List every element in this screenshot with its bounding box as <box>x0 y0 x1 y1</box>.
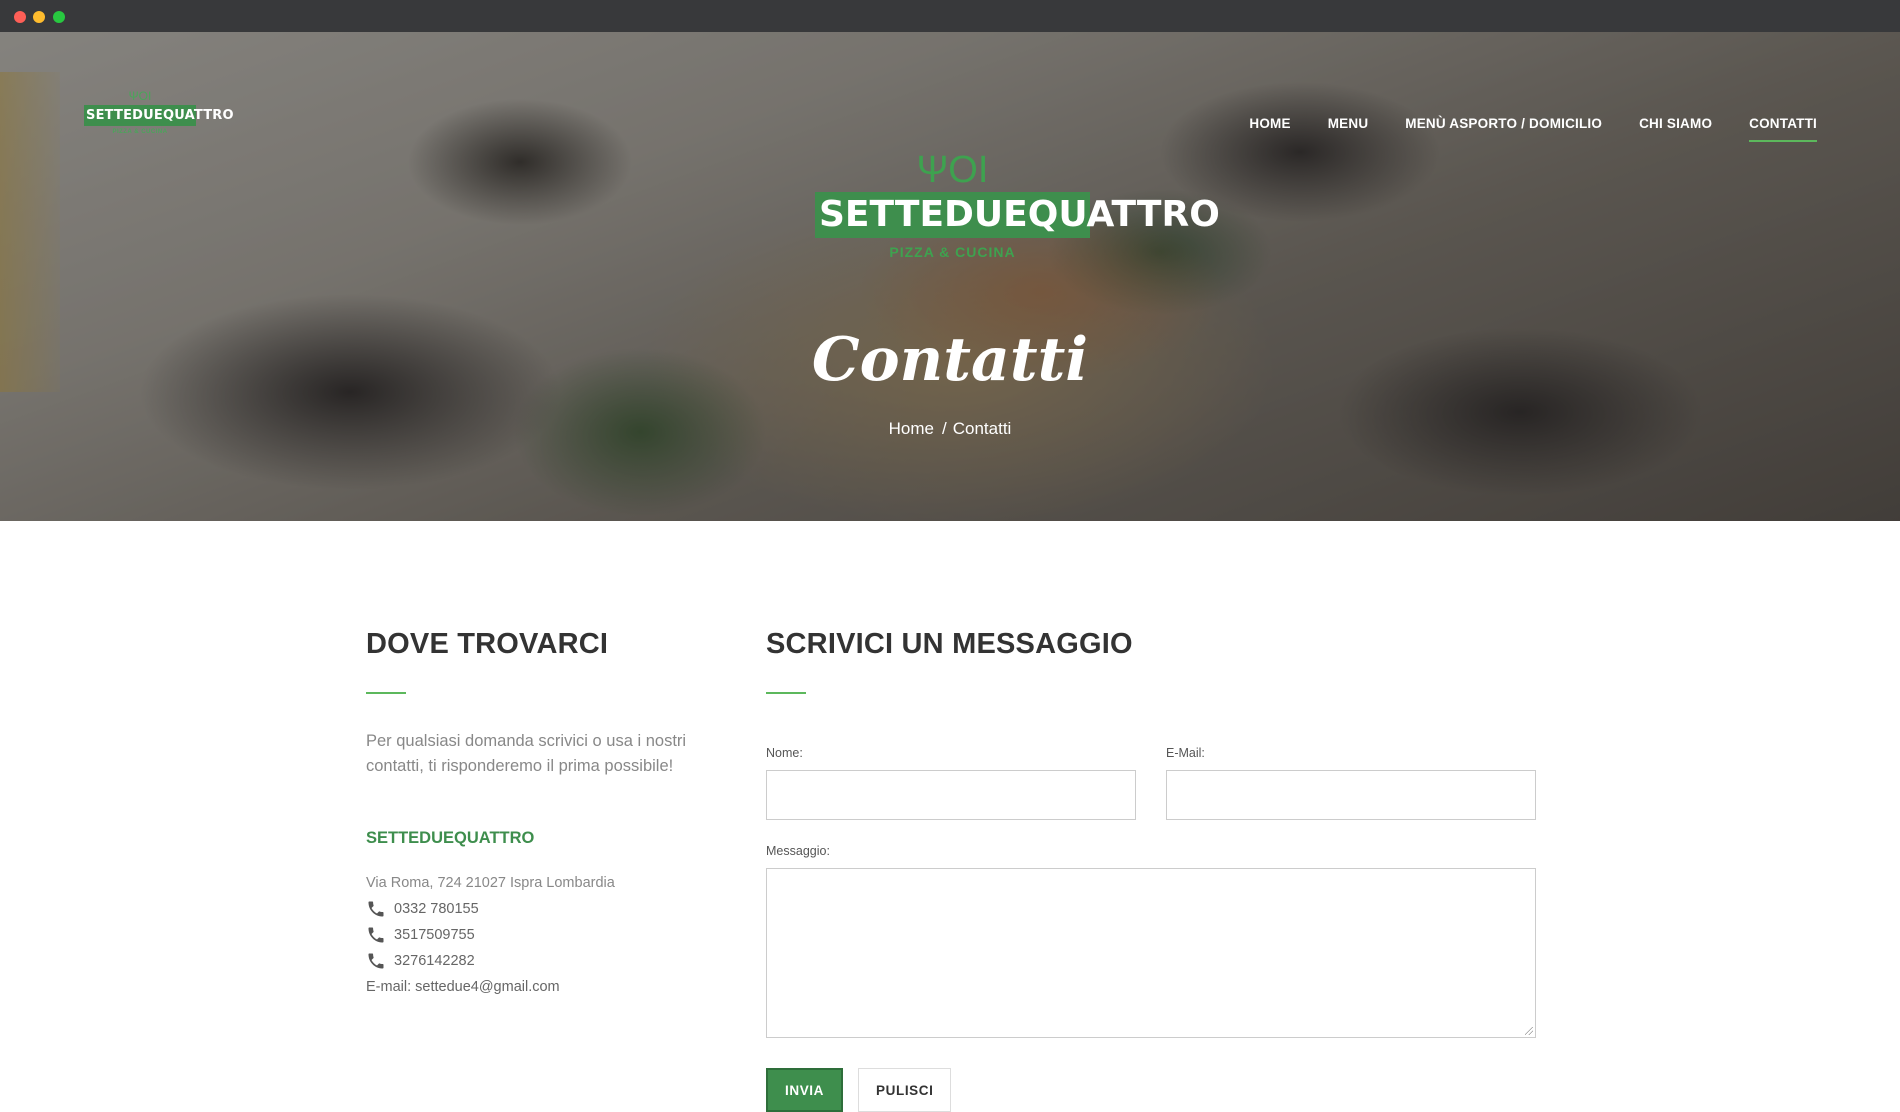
submit-button[interactable]: INVIA <box>766 1068 844 1112</box>
email-field-group: E-Mail: <box>1166 746 1536 820</box>
phone-item: 0332 780155 <box>366 896 706 922</box>
nav-item-contacts[interactable]: CONTATTI <box>1749 116 1817 142</box>
hero-logo-tagline: PIZZA & CUCINA <box>889 244 1016 260</box>
email-label: E-Mail: <box>1166 746 1205 760</box>
main-nav: HOME MENU MENÙ ASPORTO / DOMICILIO CHI S… <box>1249 116 1817 142</box>
form-row: Nome: E-Mail: <box>766 746 1536 820</box>
message-textarea[interactable] <box>766 868 1536 1038</box>
phone-number[interactable]: 3517509755 <box>394 922 475 948</box>
contact-info-section: DOVE TROVARCI Per qualsiasi domanda scri… <box>366 628 706 1000</box>
maximize-window-icon[interactable] <box>53 11 65 23</box>
hero-logo-name: SETTEDUEQUATTRO <box>815 192 1220 238</box>
nav-item-home[interactable]: HOME <box>1249 116 1290 131</box>
phone-item: 3517509755 <box>366 922 706 948</box>
title-divider <box>366 692 406 694</box>
page-title: Contatti <box>811 325 1089 395</box>
phone-number[interactable]: 0332 780155 <box>394 896 479 922</box>
name-input[interactable] <box>766 770 1136 820</box>
fork-plate-knife-icon: ΨOΙ <box>128 89 152 103</box>
contact-form-section: SCRIVICI UN MESSAGGIO Nome: E-Mail: Mess… <box>766 628 1536 1112</box>
phone-icon <box>368 901 384 917</box>
header-logo-tagline: PIZZA & CUCINA <box>112 129 168 135</box>
contact-info-title: DOVE TROVARCI <box>366 628 609 660</box>
hero-banner: ΨOΙ SETTEDUEQUATTRO PIZZA & CUCINA HOME … <box>0 32 1900 521</box>
close-window-icon[interactable] <box>14 11 26 23</box>
breadcrumb-current: Contatti <box>952 419 1012 438</box>
contact-form-title: SCRIVICI UN MESSAGGIO <box>766 628 1133 660</box>
form-actions: INVIA PULISCI <box>766 1068 1536 1112</box>
phone-icon <box>368 927 384 943</box>
contact-intro-text: Per qualsiasi domanda scrivici o usa i n… <box>366 732 687 775</box>
reset-button[interactable]: PULISCI <box>858 1068 952 1112</box>
title-divider <box>766 692 806 694</box>
resize-handle-icon[interactable] <box>1525 1027 1533 1035</box>
breadcrumb-separator: / <box>942 419 947 438</box>
hero-logo: ΨOΙ SETTEDUEQUATTRO PIZZA & CUCINA <box>815 149 1220 260</box>
nav-item-about[interactable]: CHI SIAMO <box>1639 116 1712 131</box>
address-text: Via Roma, 724 21027 Ispra Lombardia <box>366 875 615 891</box>
phone-icon <box>368 953 384 969</box>
breadcrumb: Home / Contatti <box>0 419 1900 439</box>
minimize-window-icon[interactable] <box>33 11 45 23</box>
fork-plate-knife-icon: ΨOΙ <box>916 149 989 191</box>
phone-item: 3276142282 <box>366 948 706 974</box>
company-name: SETTEDUEQUATTRO <box>366 829 535 847</box>
name-label: Nome: <box>766 746 803 760</box>
breadcrumb-home-link[interactable]: Home <box>889 419 934 438</box>
header-logo[interactable]: ΨOΙ SETTEDUEQUATTRO PIZZA & CUCINA <box>84 89 234 152</box>
nav-item-takeaway-delivery[interactable]: MENÙ ASPORTO / DOMICILIO <box>1405 116 1602 131</box>
browser-chrome <box>0 0 1900 32</box>
hero-overlay <box>0 32 1900 521</box>
email-text[interactable]: E-mail: settedue4@gmail.com <box>366 974 706 1000</box>
phone-number[interactable]: 3276142282 <box>394 948 475 974</box>
header-logo-name: SETTEDUEQUATTRO <box>84 105 234 126</box>
message-label: Messaggio: <box>766 844 830 858</box>
email-input[interactable] <box>1166 770 1536 820</box>
name-field-group: Nome: <box>766 746 1136 820</box>
nav-item-menu[interactable]: MENU <box>1328 116 1369 131</box>
